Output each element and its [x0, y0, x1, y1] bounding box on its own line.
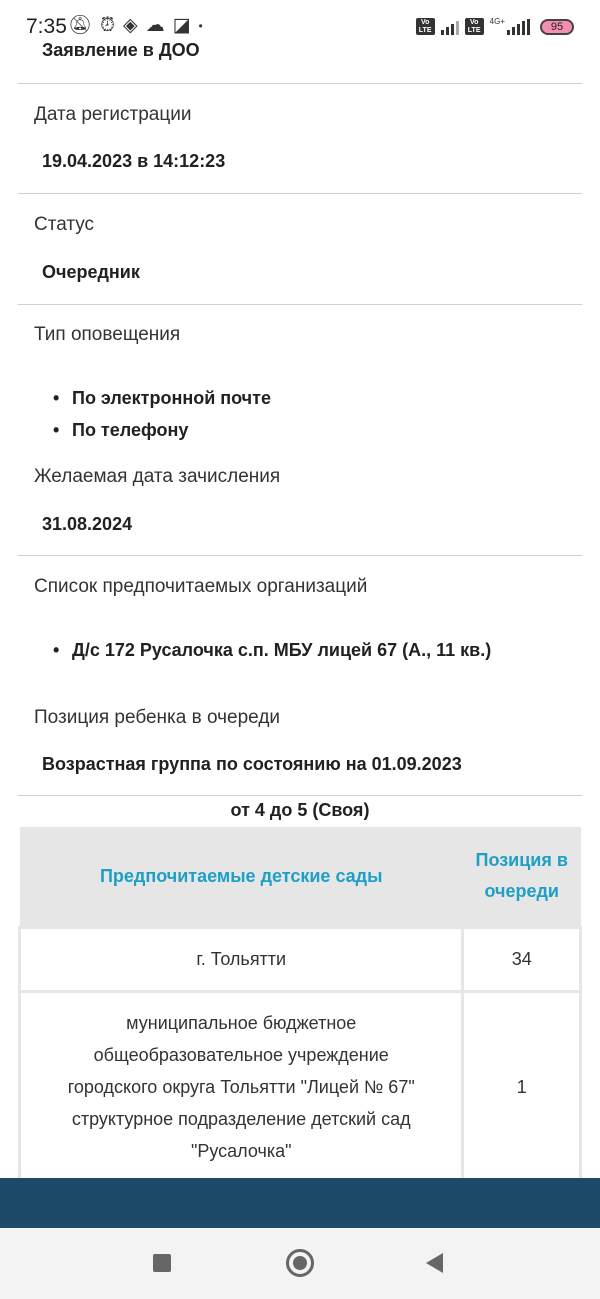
table-row: муниципальное бюджетное общеобразователь…	[17, 989, 582, 1185]
status-label: Статус	[34, 214, 95, 235]
signal-icon	[440, 19, 459, 35]
page-title: Заявление в ДОО	[42, 40, 200, 60]
divider	[18, 193, 582, 194]
alarm-icon: ⏰︎	[100, 15, 115, 36]
queue-position-label: Позиция ребенка в очереди	[34, 707, 281, 728]
layers-icon: ◈	[122, 15, 138, 36]
app-icon: ◪	[172, 15, 191, 36]
table-cell-position: 34	[461, 925, 582, 993]
queue-table: Предпочитаемые детские сады Позиция в оч…	[17, 827, 582, 1185]
preferred-org-item: Д/с 172 Русалочка с.п. МБУ лицей 67 (А.,…	[53, 640, 491, 661]
notification-type-item: По телефону	[53, 420, 188, 441]
table-cell-name: муниципальное бюджетное общеобразователь…	[17, 989, 465, 1185]
cloud-icon: ☁	[145, 15, 165, 36]
notification-icons: 🔕︎ ⏰︎ ◈ ☁ ◪ •	[68, 16, 203, 36]
volte-icon: Vo LTE	[415, 18, 435, 35]
divider	[18, 304, 582, 305]
bell-off-icon: 🔕︎	[68, 15, 93, 36]
recents-icon[interactable]	[153, 1254, 171, 1272]
age-group-label: от 4 до 5 (Своя)	[230, 800, 370, 820]
column-header-kindergartens: Предпочитаемые детские сады	[19, 827, 463, 927]
bottom-bar	[0, 1178, 600, 1228]
divider	[18, 795, 582, 796]
battery-icon: 95	[540, 18, 574, 35]
more-dot-icon: •	[198, 19, 203, 33]
navigation-bar	[0, 1228, 600, 1299]
notification-type-label: Тип оповещения	[34, 324, 181, 345]
status-time: 7:35	[26, 15, 67, 38]
network-type: 4G+	[489, 17, 505, 26]
table-header-row: Предпочитаемые детские сады Позиция в оч…	[19, 827, 581, 927]
signal-icon-2	[507, 18, 530, 35]
status-value: Очередник	[42, 262, 140, 282]
registration-date-label: Дата регистрации	[34, 104, 192, 125]
preferred-orgs-label: Список предпочитаемых организаций	[34, 576, 368, 597]
back-icon[interactable]	[426, 1253, 443, 1273]
system-icons: Vo LTE Vo LTE 4G+ 95	[415, 17, 574, 35]
home-icon[interactable]	[286, 1249, 314, 1277]
column-header-position: Позиция в очереди	[462, 827, 581, 927]
volte-icon-2: Vo LTE	[464, 18, 484, 35]
desired-date-label: Желаемая дата зачисления	[34, 466, 281, 487]
divider	[18, 555, 582, 556]
table-cell-name: г. Тольятти	[17, 925, 465, 993]
table-cell-position: 1	[461, 989, 582, 1185]
desired-date-value: 31.08.2024	[42, 514, 133, 534]
divider	[18, 83, 582, 84]
table-row: г. Тольятти 34	[17, 925, 582, 993]
notification-type-item: По электронной почте	[53, 388, 271, 409]
age-group-heading: Возрастная группа по состоянию на 01.09.…	[42, 754, 462, 774]
registration-date-value: 19.04.2023 в 14:12:23	[42, 151, 226, 171]
